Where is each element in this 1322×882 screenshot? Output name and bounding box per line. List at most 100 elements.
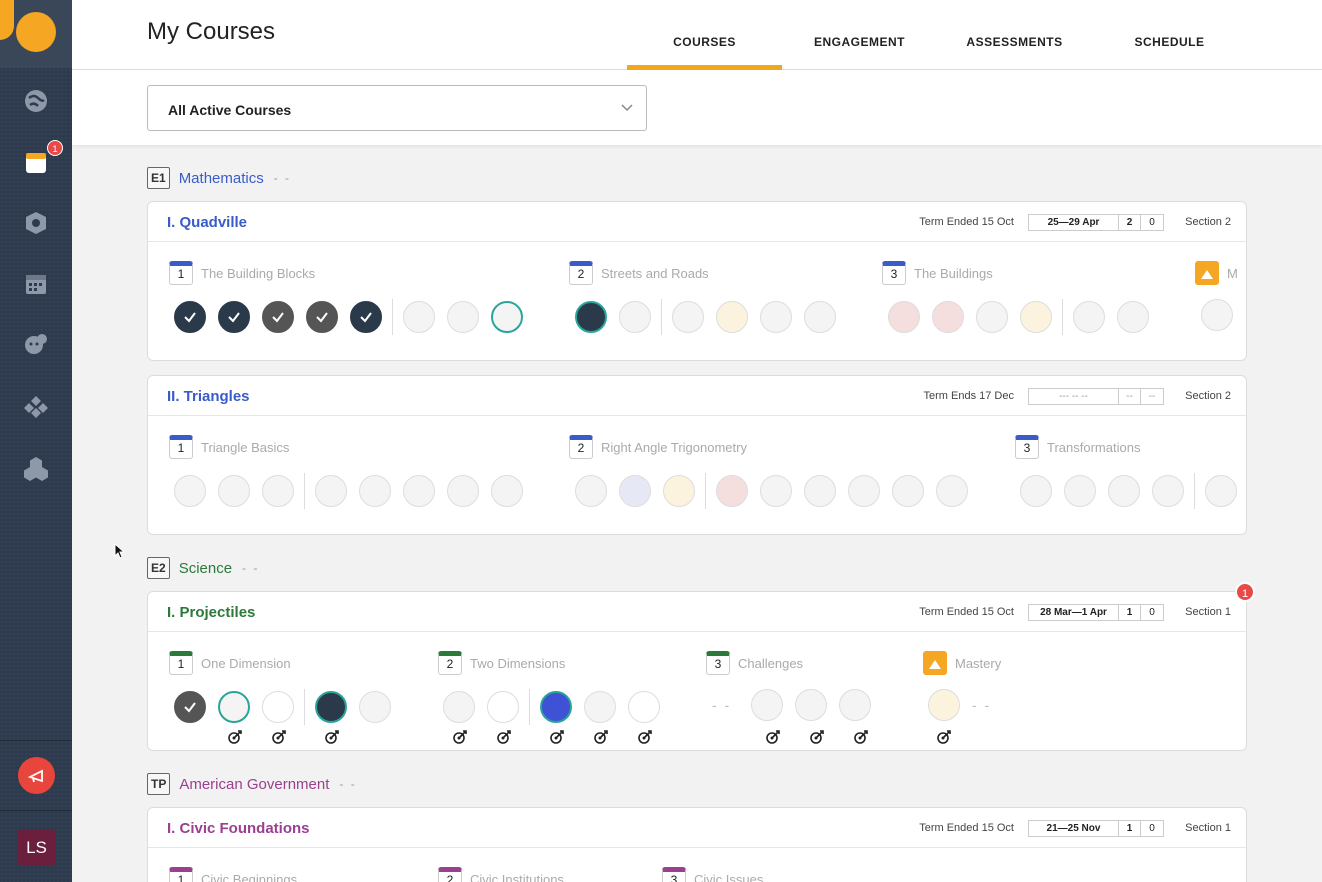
- lesson[interactable]: [1073, 301, 1105, 333]
- lesson[interactable]: [447, 301, 479, 333]
- lesson[interactable]: [447, 475, 479, 507]
- lesson[interactable]: [1020, 301, 1052, 333]
- lesson[interactable]: [888, 301, 920, 333]
- lesson-in-progress[interactable]: [540, 691, 572, 723]
- globe-icon[interactable]: [23, 88, 49, 114]
- target-icon[interactable]: [325, 730, 339, 744]
- unit-header[interactable]: 2 Civic Institutions: [438, 867, 564, 882]
- target-icon[interactable]: [937, 730, 951, 744]
- lesson-complete[interactable]: [350, 301, 382, 333]
- date-range[interactable]: 25—29 Apr 2 0: [1028, 214, 1164, 231]
- alert-badge[interactable]: 1: [1235, 582, 1255, 602]
- target-icon[interactable]: [594, 730, 608, 744]
- lesson-in-progress[interactable]: [575, 301, 607, 333]
- lesson[interactable]: [928, 689, 960, 721]
- lesson[interactable]: [932, 301, 964, 333]
- lesson[interactable]: [663, 475, 695, 507]
- lesson[interactable]: [1152, 475, 1184, 507]
- lesson[interactable]: [628, 691, 660, 723]
- lesson[interactable]: [716, 475, 748, 507]
- lesson[interactable]: [848, 475, 880, 507]
- lesson[interactable]: [315, 475, 347, 507]
- lesson[interactable]: [936, 475, 968, 507]
- unit-header[interactable]: 2 Streets and Roads: [569, 261, 709, 285]
- user-avatar[interactable]: LS: [18, 829, 55, 866]
- calendar-icon[interactable]: [23, 271, 49, 297]
- lesson[interactable]: [174, 475, 206, 507]
- lesson[interactable]: [976, 301, 1008, 333]
- app-logo[interactable]: [0, 0, 72, 68]
- target-icon[interactable]: [453, 730, 467, 744]
- lesson[interactable]: [751, 689, 784, 721]
- lesson[interactable]: [443, 691, 475, 723]
- lesson[interactable]: [760, 301, 792, 333]
- lesson[interactable]: [892, 475, 924, 507]
- lesson[interactable]: [584, 691, 616, 723]
- unit-header[interactable]: 1 One Dimension: [169, 651, 291, 675]
- lesson-complete[interactable]: [218, 301, 250, 333]
- date-range[interactable]: 21—25 Nov 1 0: [1028, 820, 1164, 837]
- unit-header[interactable]: 3 The Buildings: [882, 261, 993, 285]
- target-icon[interactable]: [638, 730, 652, 744]
- lesson[interactable]: [619, 475, 651, 507]
- courses-icon[interactable]: [23, 150, 49, 176]
- students-icon[interactable]: [23, 331, 49, 357]
- course-title[interactable]: I. Projectiles: [167, 604, 255, 621]
- lesson[interactable]: [804, 475, 836, 507]
- subject-name[interactable]: Science: [179, 560, 232, 577]
- target-icon[interactable]: [766, 730, 780, 744]
- subject-name[interactable]: American Government: [179, 776, 329, 793]
- course-title[interactable]: II. Triangles: [167, 388, 250, 405]
- lesson[interactable]: [1205, 475, 1237, 507]
- lesson[interactable]: [804, 301, 836, 333]
- unit-header[interactable]: 2 Right Angle Trigonometry: [569, 435, 747, 459]
- tab-assessments[interactable]: ASSESSMENTS: [937, 0, 1092, 70]
- lesson[interactable]: [403, 475, 435, 507]
- unit-header[interactable]: 1 The Building Blocks: [169, 261, 315, 285]
- tab-engagement[interactable]: ENGAGEMENT: [782, 0, 937, 70]
- date-range[interactable]: --- -- -- -- --: [1028, 388, 1164, 405]
- lesson[interactable]: [491, 475, 523, 507]
- megaphone-icon[interactable]: [18, 757, 55, 794]
- lesson[interactable]: [1020, 475, 1052, 507]
- course-title[interactable]: I. Civic Foundations: [167, 820, 310, 837]
- unit-header[interactable]: 3 Challenges: [706, 651, 803, 675]
- lesson-complete[interactable]: [262, 301, 294, 333]
- lesson[interactable]: [575, 475, 607, 507]
- target-icon[interactable]: [272, 730, 286, 744]
- lesson[interactable]: [839, 689, 872, 721]
- unit-header[interactable]: 1 Triangle Basics: [169, 435, 289, 459]
- lesson[interactable]: [619, 301, 651, 333]
- tab-schedule[interactable]: SCHEDULE: [1092, 0, 1247, 70]
- unit-header[interactable]: 3 Civic Issues: [662, 867, 763, 882]
- unit-header[interactable]: M: [1195, 261, 1238, 285]
- lesson[interactable]: [218, 475, 250, 507]
- lesson-in-progress[interactable]: [491, 301, 523, 333]
- lesson[interactable]: [359, 691, 391, 723]
- lesson[interactable]: [262, 475, 294, 507]
- date-range[interactable]: 28 Mar—1 Apr 1 0: [1028, 604, 1164, 621]
- lesson[interactable]: [716, 301, 748, 333]
- lesson-in-progress[interactable]: [218, 691, 250, 723]
- lesson[interactable]: [403, 301, 435, 333]
- target-icon[interactable]: [497, 730, 511, 744]
- lesson[interactable]: [760, 475, 792, 507]
- lesson[interactable]: [795, 689, 828, 721]
- subject-name[interactable]: Mathematics: [179, 170, 264, 187]
- lesson-complete[interactable]: [306, 301, 338, 333]
- lesson[interactable]: [487, 691, 519, 723]
- target-icon[interactable]: [228, 730, 242, 744]
- cubes-icon[interactable]: [23, 455, 49, 481]
- unit-header[interactable]: 1 Civic Beginnings: [169, 867, 297, 882]
- tab-courses[interactable]: COURSES: [627, 0, 782, 70]
- unit-header[interactable]: Mastery: [923, 651, 1001, 675]
- lesson[interactable]: [672, 301, 704, 333]
- lesson-complete[interactable]: [174, 691, 206, 723]
- lesson-complete[interactable]: [174, 301, 206, 333]
- lesson-in-progress[interactable]: [315, 691, 347, 723]
- diamonds-icon[interactable]: [23, 393, 49, 419]
- unit-header[interactable]: 2 Two Dimensions: [438, 651, 565, 675]
- target-icon[interactable]: [854, 730, 868, 744]
- lesson[interactable]: [262, 691, 294, 723]
- lesson[interactable]: [1108, 475, 1140, 507]
